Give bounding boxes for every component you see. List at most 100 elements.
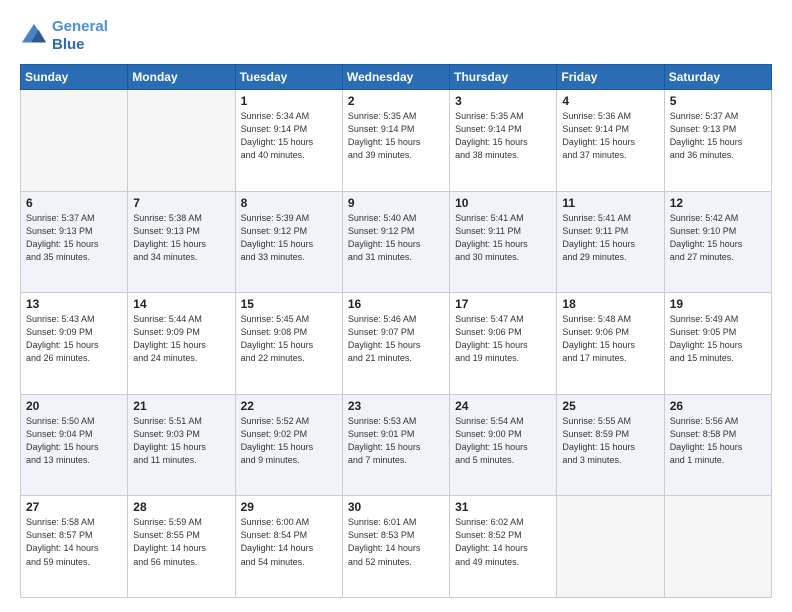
weekday-friday: Friday <box>557 65 664 90</box>
day-info: Sunrise: 5:48 AM Sunset: 9:06 PM Dayligh… <box>562 313 658 365</box>
day-cell: 13 Sunrise: 5:43 AM Sunset: 9:09 PM Dayli… <box>21 293 128 395</box>
day-cell: 29 Sunrise: 6:00 AM Sunset: 8:54 PM Dayli… <box>235 496 342 598</box>
day-cell: 18 Sunrise: 5:48 AM Sunset: 9:06 PM Dayli… <box>557 293 664 395</box>
day-info: Sunrise: 5:54 AM Sunset: 9:00 PM Dayligh… <box>455 415 551 467</box>
day-number: 9 <box>348 196 444 210</box>
day-number: 16 <box>348 297 444 311</box>
day-info: Sunrise: 5:34 AM Sunset: 9:14 PM Dayligh… <box>241 110 337 162</box>
day-cell: 10 Sunrise: 5:41 AM Sunset: 9:11 PM Dayli… <box>450 191 557 293</box>
day-number: 13 <box>26 297 122 311</box>
weekday-thursday: Thursday <box>450 65 557 90</box>
day-number: 15 <box>241 297 337 311</box>
day-number: 29 <box>241 500 337 514</box>
day-number: 11 <box>562 196 658 210</box>
weekday-wednesday: Wednesday <box>342 65 449 90</box>
day-number: 10 <box>455 196 551 210</box>
day-cell: 26 Sunrise: 5:56 AM Sunset: 8:58 PM Dayli… <box>664 394 771 496</box>
day-cell: 23Sunrise: 5:53 AM Sunset: 9:01 PM Dayli… <box>342 394 449 496</box>
day-number: 4 <box>562 94 658 108</box>
day-info: Sunrise: 5:39 AM Sunset: 9:12 PM Dayligh… <box>241 212 337 264</box>
week-row-3: 13 Sunrise: 5:43 AM Sunset: 9:09 PM Dayli… <box>21 293 772 395</box>
day-number: 1 <box>241 94 337 108</box>
day-info: Sunrise: 5:35 AM Sunset: 9:14 PM Dayligh… <box>455 110 551 162</box>
day-cell: 14 Sunrise: 5:44 AM Sunset: 9:09 PM Dayli… <box>128 293 235 395</box>
day-number: 18 <box>562 297 658 311</box>
day-cell: 1 Sunrise: 5:34 AM Sunset: 9:14 PM Daylig… <box>235 90 342 192</box>
day-info: Sunrise: 5:41 AM Sunset: 9:11 PM Dayligh… <box>455 212 551 264</box>
day-number: 25 <box>562 399 658 413</box>
day-info: Sunrise: 5:55 AM Sunset: 8:59 PM Dayligh… <box>562 415 658 467</box>
day-number: 26 <box>670 399 766 413</box>
weekday-monday: Monday <box>128 65 235 90</box>
day-number: 5 <box>670 94 766 108</box>
day-info: Sunrise: 5:46 AM Sunset: 9:07 PM Dayligh… <box>348 313 444 365</box>
day-info: Sunrise: 5:47 AM Sunset: 9:06 PM Dayligh… <box>455 313 551 365</box>
day-number: 2 <box>348 94 444 108</box>
day-info: Sunrise: 5:52 AM Sunset: 9:02 PM Dayligh… <box>241 415 337 467</box>
day-info: Sunrise: 5:40 AM Sunset: 9:12 PM Dayligh… <box>348 212 444 264</box>
day-cell: 4 Sunrise: 5:36 AM Sunset: 9:14 PM Daylig… <box>557 90 664 192</box>
week-row-2: 6Sunrise: 5:37 AM Sunset: 9:13 PM Daylig… <box>21 191 772 293</box>
calendar-table: SundayMondayTuesdayWednesdayThursdayFrid… <box>20 64 772 598</box>
day-info: Sunrise: 5:59 AM Sunset: 8:55 PM Dayligh… <box>133 516 229 568</box>
day-number: 7 <box>133 196 229 210</box>
calendar-body: 1 Sunrise: 5:34 AM Sunset: 9:14 PM Daylig… <box>21 90 772 598</box>
day-cell: 31 Sunrise: 6:02 AM Sunset: 8:52 PM Dayli… <box>450 496 557 598</box>
day-cell <box>664 496 771 598</box>
weekday-sunday: Sunday <box>21 65 128 90</box>
day-number: 14 <box>133 297 229 311</box>
day-cell: 17 Sunrise: 5:47 AM Sunset: 9:06 PM Dayli… <box>450 293 557 395</box>
weekday-header-row: SundayMondayTuesdayWednesdayThursdayFrid… <box>21 65 772 90</box>
day-number: 31 <box>455 500 551 514</box>
day-number: 21 <box>133 399 229 413</box>
logo-icon <box>20 22 48 50</box>
week-row-5: 27 Sunrise: 5:58 AM Sunset: 8:57 PM Dayli… <box>21 496 772 598</box>
day-cell: 21 Sunrise: 5:51 AM Sunset: 9:03 PM Dayli… <box>128 394 235 496</box>
day-cell <box>128 90 235 192</box>
day-cell: 22Sunrise: 5:52 AM Sunset: 9:02 PM Dayli… <box>235 394 342 496</box>
day-number: 28 <box>133 500 229 514</box>
day-number: 27 <box>26 500 122 514</box>
day-cell: 9 Sunrise: 5:40 AM Sunset: 9:12 PM Daylig… <box>342 191 449 293</box>
day-info: Sunrise: 5:49 AM Sunset: 9:05 PM Dayligh… <box>670 313 766 365</box>
day-number: 19 <box>670 297 766 311</box>
day-cell: 6Sunrise: 5:37 AM Sunset: 9:13 PM Daylig… <box>21 191 128 293</box>
day-number: 20 <box>26 399 122 413</box>
day-info: Sunrise: 5:37 AM Sunset: 9:13 PM Dayligh… <box>670 110 766 162</box>
day-cell: 8 Sunrise: 5:39 AM Sunset: 9:12 PM Daylig… <box>235 191 342 293</box>
day-cell: 3Sunrise: 5:35 AM Sunset: 9:14 PM Daylig… <box>450 90 557 192</box>
day-cell: 25 Sunrise: 5:55 AM Sunset: 8:59 PM Dayli… <box>557 394 664 496</box>
week-row-4: 20Sunrise: 5:50 AM Sunset: 9:04 PM Dayli… <box>21 394 772 496</box>
day-cell: 15 Sunrise: 5:45 AM Sunset: 9:08 PM Dayli… <box>235 293 342 395</box>
day-info: Sunrise: 5:56 AM Sunset: 8:58 PM Dayligh… <box>670 415 766 467</box>
logo: General Blue <box>20 18 108 54</box>
day-info: Sunrise: 6:02 AM Sunset: 8:52 PM Dayligh… <box>455 516 551 568</box>
day-number: 12 <box>670 196 766 210</box>
day-cell: 7Sunrise: 5:38 AM Sunset: 9:13 PM Daylig… <box>128 191 235 293</box>
day-info: Sunrise: 5:51 AM Sunset: 9:03 PM Dayligh… <box>133 415 229 467</box>
day-cell: 2Sunrise: 5:35 AM Sunset: 9:14 PM Daylig… <box>342 90 449 192</box>
day-cell: 5 Sunrise: 5:37 AM Sunset: 9:13 PM Daylig… <box>664 90 771 192</box>
day-info: Sunrise: 5:45 AM Sunset: 9:08 PM Dayligh… <box>241 313 337 365</box>
day-info: Sunrise: 5:36 AM Sunset: 9:14 PM Dayligh… <box>562 110 658 162</box>
weekday-tuesday: Tuesday <box>235 65 342 90</box>
day-number: 24 <box>455 399 551 413</box>
day-number: 6 <box>26 196 122 210</box>
weekday-saturday: Saturday <box>664 65 771 90</box>
day-info: Sunrise: 6:01 AM Sunset: 8:53 PM Dayligh… <box>348 516 444 568</box>
day-cell: 12Sunrise: 5:42 AM Sunset: 9:10 PM Dayli… <box>664 191 771 293</box>
day-info: Sunrise: 6:00 AM Sunset: 8:54 PM Dayligh… <box>241 516 337 568</box>
day-info: Sunrise: 5:41 AM Sunset: 9:11 PM Dayligh… <box>562 212 658 264</box>
day-number: 8 <box>241 196 337 210</box>
day-cell: 16 Sunrise: 5:46 AM Sunset: 9:07 PM Dayli… <box>342 293 449 395</box>
day-cell: 11 Sunrise: 5:41 AM Sunset: 9:11 PM Dayli… <box>557 191 664 293</box>
day-number: 17 <box>455 297 551 311</box>
day-info: Sunrise: 5:53 AM Sunset: 9:01 PM Dayligh… <box>348 415 444 467</box>
header: General Blue <box>20 18 772 54</box>
day-info: Sunrise: 5:43 AM Sunset: 9:09 PM Dayligh… <box>26 313 122 365</box>
day-cell: 19 Sunrise: 5:49 AM Sunset: 9:05 PM Dayli… <box>664 293 771 395</box>
day-info: Sunrise: 5:58 AM Sunset: 8:57 PM Dayligh… <box>26 516 122 568</box>
day-info: Sunrise: 5:44 AM Sunset: 9:09 PM Dayligh… <box>133 313 229 365</box>
day-cell <box>21 90 128 192</box>
day-number: 30 <box>348 500 444 514</box>
